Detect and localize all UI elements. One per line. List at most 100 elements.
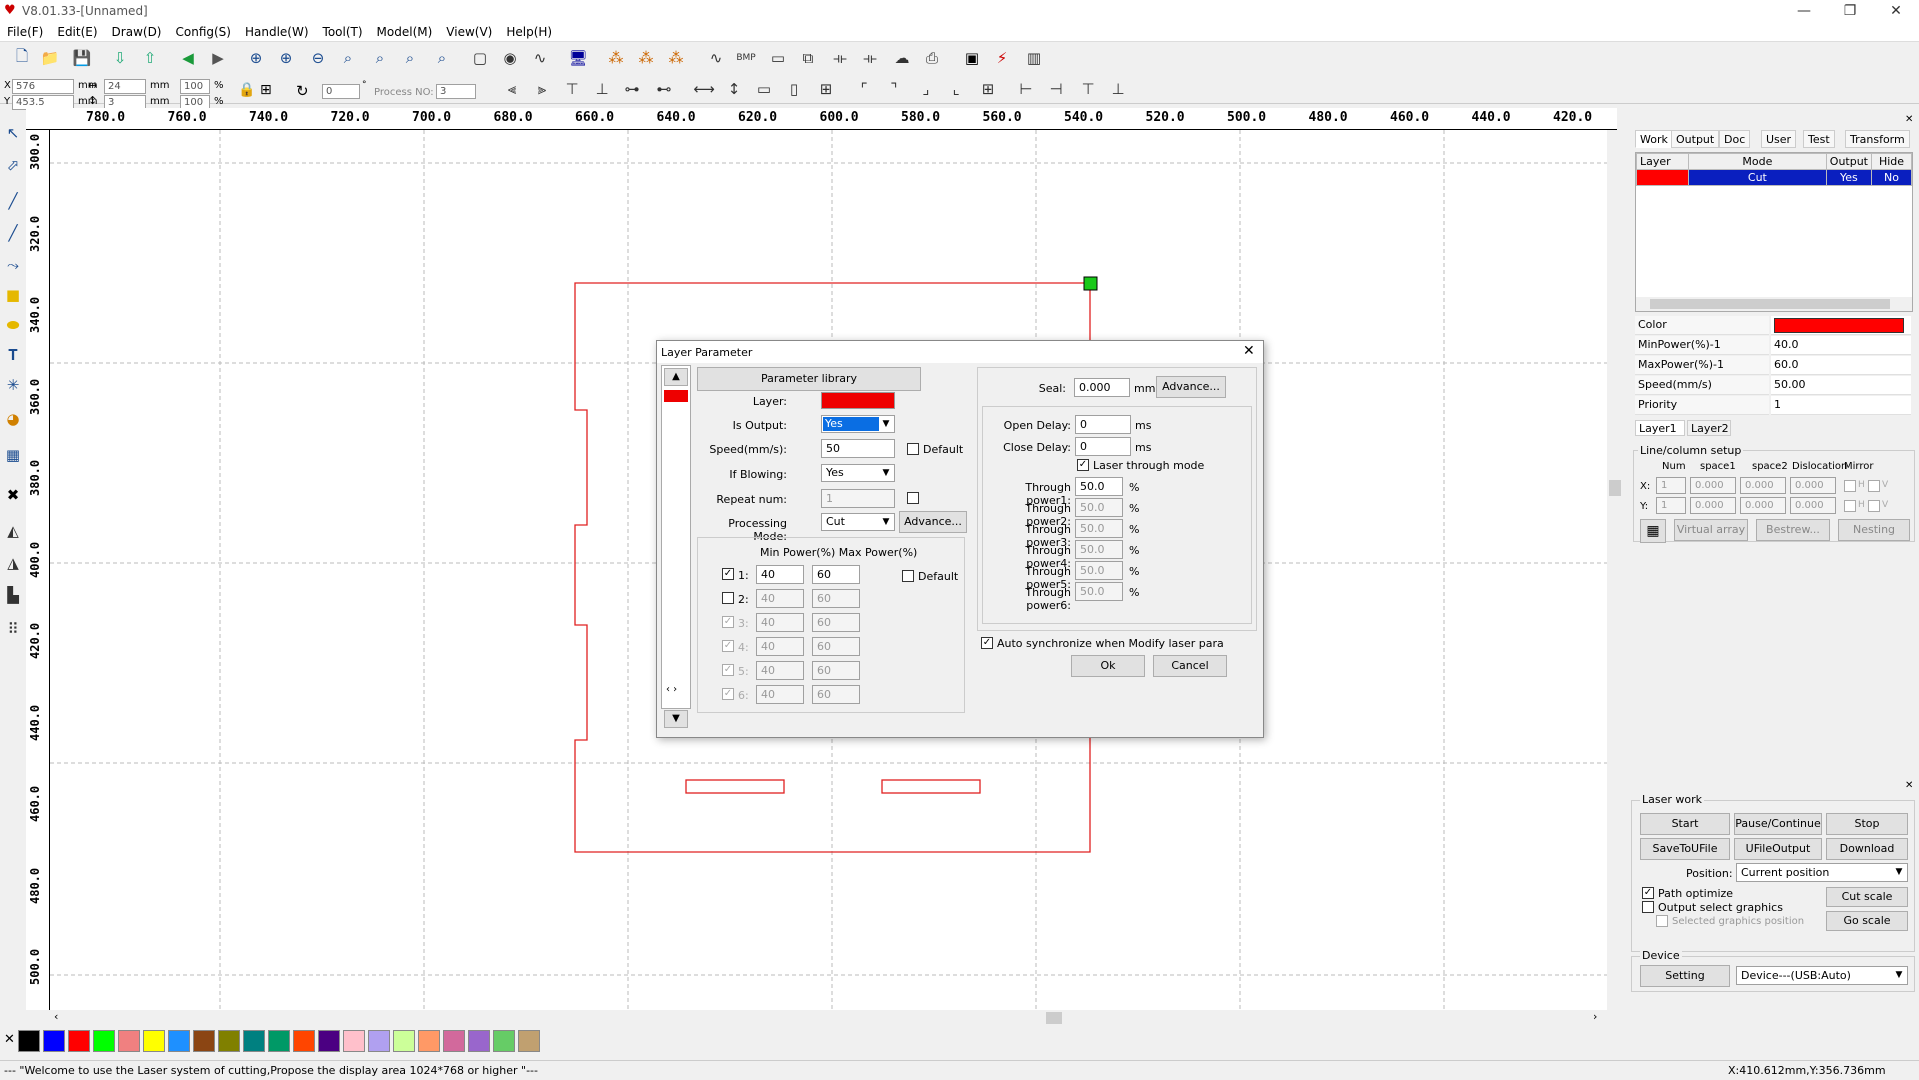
array-icon-2[interactable]: ⁂ <box>634 46 658 70</box>
array-grid-icon[interactable]: ▦ <box>1640 519 1666 543</box>
seal-field[interactable]: 0.000 <box>1074 378 1130 397</box>
array-icon-3[interactable]: ⁂ <box>664 46 688 70</box>
is-output-chevron-icon[interactable]: ▼ <box>879 416 893 433</box>
ok-button[interactable]: Ok <box>1071 655 1145 677</box>
corner-br-icon[interactable]: ⌟ <box>914 77 938 101</box>
array-x-dislocation[interactable]: 0.000 <box>1790 477 1836 494</box>
device-chevron-icon[interactable]: ▼ <box>1892 967 1906 984</box>
power-checkbox[interactable]: ✓ <box>722 616 734 628</box>
max-power-field[interactable]: 60 <box>812 589 860 608</box>
scroll-up-icon[interactable]: ▲ <box>664 368 688 386</box>
through-power-field[interactable]: 50.0 <box>1075 519 1123 538</box>
center-page-icon[interactable]: ⊞ <box>814 77 838 101</box>
array-x-space1[interactable]: 0.000 <box>1690 477 1736 494</box>
layer-color-cell[interactable] <box>1636 169 1689 186</box>
align-v-icon[interactable]: ⟛ <box>858 46 882 70</box>
layer-hide-cell[interactable]: No <box>1871 169 1912 186</box>
equal-spacing-v-icon[interactable]: ▯ <box>782 77 806 101</box>
tab-work[interactable]: Work <box>1635 130 1673 148</box>
min-power-field[interactable]: 40 <box>756 637 804 656</box>
max-power-field[interactable]: 60 <box>812 613 860 632</box>
stop-button[interactable]: Stop <box>1826 813 1908 835</box>
palette-swatch[interactable] <box>493 1030 515 1052</box>
monitor-icon[interactable]: 🖥 <box>566 46 590 70</box>
zoom-fit-icon[interactable]: ⌕ <box>368 46 392 70</box>
dialog-close-icon[interactable]: ✕ <box>1243 343 1255 359</box>
min-power-field[interactable]: 40 <box>756 685 804 704</box>
min-power-field[interactable]: 40 <box>756 589 804 608</box>
position-select[interactable]: Current position ▼ <box>1736 863 1908 882</box>
layer-tab-1[interactable]: Layer1 <box>1635 420 1685 436</box>
tab-test[interactable]: Test <box>1803 130 1835 148</box>
go-scale-button[interactable]: Go scale <box>1826 911 1908 931</box>
strip-left-right-icon[interactable]: ‹ › <box>666 684 677 695</box>
prop-value[interactable] <box>1771 316 1911 335</box>
prop-value[interactable]: 60.0 <box>1771 356 1911 375</box>
menu-help[interactable]: Help(H) <box>499 22 559 39</box>
dist-bottom-icon[interactable]: ⊥ <box>1106 77 1130 101</box>
align-h-icon[interactable]: ⟛ <box>828 46 852 70</box>
min-power-field[interactable]: 40 <box>756 565 804 584</box>
same-height-icon[interactable]: ↕ <box>722 77 746 101</box>
max-power-field[interactable]: 60 <box>812 565 860 584</box>
curve-tool-icon[interactable]: ⤳ <box>2 254 24 276</box>
same-width-icon[interactable]: ⟷ <box>692 77 716 101</box>
menu-draw[interactable]: Draw(D) <box>105 22 169 39</box>
processing-mode-chevron-icon[interactable]: ▼ <box>879 514 893 531</box>
palette-swatch[interactable] <box>393 1030 415 1052</box>
open-folder-icon[interactable]: 📁 <box>38 46 62 70</box>
through-power-field[interactable]: 50.0 <box>1075 582 1123 601</box>
through-power-field[interactable]: 50.0 <box>1075 498 1123 517</box>
menu-model[interactable]: Model(M) <box>370 22 440 39</box>
corner-tl-icon[interactable]: ⌜ <box>852 77 876 101</box>
ellipse-tool-icon[interactable]: ⬬ <box>2 314 24 336</box>
max-power-field[interactable]: 60 <box>812 637 860 656</box>
save-to-ufile-button[interactable]: SaveToUFile <box>1640 838 1730 860</box>
rotate-icon[interactable]: ↻ <box>296 82 309 100</box>
setting-button[interactable]: Setting <box>1640 965 1730 987</box>
array-y-dislocation[interactable]: 0.000 <box>1790 497 1836 514</box>
palette-swatch[interactable] <box>218 1030 240 1052</box>
align-left-icon[interactable]: ⫷ <box>500 77 524 101</box>
nesting-button[interactable]: Nesting <box>1838 519 1910 541</box>
through-power-field[interactable]: 50.0 <box>1075 561 1123 580</box>
palette-swatch[interactable] <box>43 1030 65 1052</box>
speed-field[interactable]: 50 <box>821 439 895 458</box>
pause-continue-button[interactable]: Pause/Continue <box>1734 813 1822 835</box>
layer-row[interactable]: Cut Yes No <box>1636 169 1912 186</box>
menu-config[interactable]: Config(S) <box>169 22 238 39</box>
virtual-array-button[interactable]: Virtual array <box>1674 519 1748 541</box>
close-delay-field[interactable]: 0 <box>1075 437 1131 456</box>
bmp-icon[interactable]: BMP <box>734 46 758 70</box>
palette-swatch[interactable] <box>318 1030 340 1052</box>
speed-default-checkbox[interactable] <box>907 443 919 455</box>
scale-x-field[interactable]: 100 <box>180 79 210 94</box>
zoom-out-icon[interactable]: ⊖ <box>306 46 330 70</box>
dist-left-icon[interactable]: ⊢ <box>1014 77 1038 101</box>
equal-spacing-h-icon[interactable]: ▭ <box>752 77 776 101</box>
zoom-plus-icon[interactable]: ⊕ <box>274 46 298 70</box>
tab-transform[interactable]: Transform <box>1845 130 1910 148</box>
advance-button-left[interactable]: Advance... <box>899 511 967 533</box>
close-window-button[interactable]: ✕ <box>1873 0 1919 22</box>
width-field[interactable]: 24 <box>104 79 146 94</box>
ufile-output-button[interactable]: UFileOutput <box>1734 838 1822 860</box>
rectangle-tool-icon[interactable]: ■ <box>2 284 24 306</box>
vertical-scrollbar[interactable] <box>1607 130 1623 1010</box>
text-tool-icon[interactable]: 𝐓 <box>2 344 24 366</box>
palette-no-color-icon[interactable]: ✕ <box>4 1032 15 1047</box>
array-mirror-v-y[interactable] <box>1868 500 1880 512</box>
align-hcenter-icon[interactable]: ⊶ <box>620 77 644 101</box>
laser-device-icon[interactable]: ▣ <box>960 46 984 70</box>
lock-icon[interactable]: 🔒 <box>238 82 255 98</box>
array-mirror-v-x[interactable] <box>1868 480 1880 492</box>
layer-color-swatch[interactable] <box>821 392 895 409</box>
cut-scale-button[interactable]: Cut scale <box>1826 887 1908 907</box>
open-delay-field[interactable]: 0 <box>1075 415 1131 434</box>
layer-list-scroll-thumb[interactable] <box>1650 299 1890 309</box>
corner-bl-icon[interactable]: ⌞ <box>944 77 968 101</box>
power-checkbox[interactable] <box>722 592 734 604</box>
zoom-all-icon[interactable]: ⌕ <box>430 46 454 70</box>
array-x-num[interactable]: 1 <box>1656 477 1686 494</box>
max-power-field[interactable]: 60 <box>812 661 860 680</box>
